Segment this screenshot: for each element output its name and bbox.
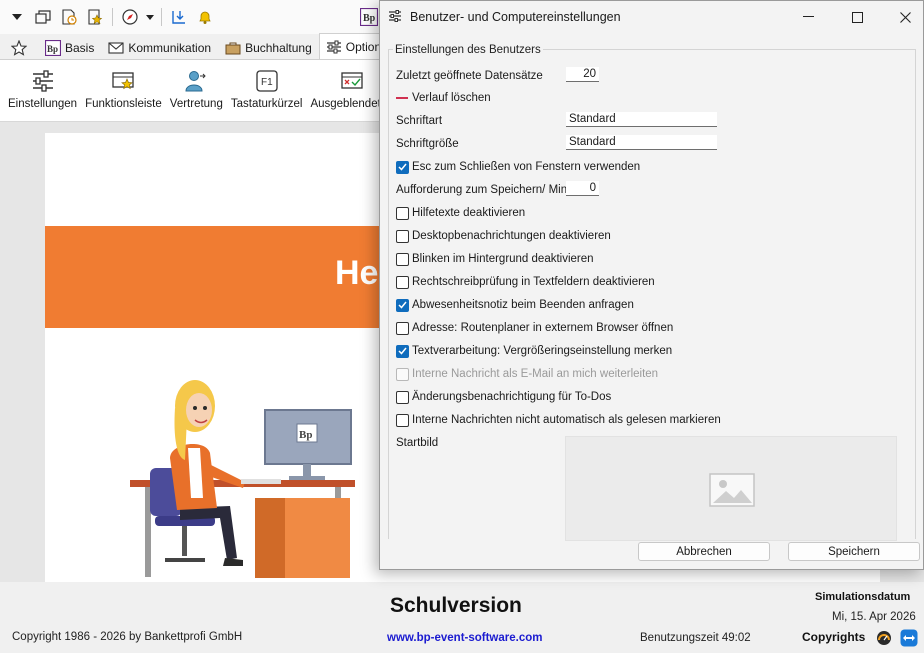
font-size-input[interactable] (566, 135, 717, 150)
website-link[interactable]: www.bp-event-software.com (387, 632, 543, 644)
option-spellcheck[interactable]: Rechtschreibprüfung in Textfeldern deakt… (396, 273, 655, 291)
svg-text:F1: F1 (261, 77, 273, 88)
user-settings-group: Einstellungen des Benutzers Zuletzt geöf… (388, 41, 916, 541)
bp-logo-icon[interactable]: Bp (359, 7, 379, 29)
dropdown-arrow-icon[interactable] (145, 6, 155, 28)
settings-button[interactable]: Einstellungen (4, 68, 81, 110)
minimize-button[interactable] (785, 1, 831, 33)
checkbox[interactable] (396, 344, 409, 358)
tab-buchhaltung[interactable]: Buchhaltung (218, 35, 319, 59)
minimize-icon (802, 16, 814, 17)
status-footer: Schulversion Copyright 1986 - 2026 by Ba… (0, 582, 924, 653)
option-todo-notification[interactable]: Änderungsbenachrichtigung für To-Dos (396, 388, 611, 406)
dropdown-arrow-icon[interactable] (6, 6, 28, 28)
checkbox[interactable] (396, 413, 409, 427)
toolbar-separator (112, 8, 113, 26)
checkbox (396, 367, 409, 381)
start-image-dropzone[interactable] (565, 436, 897, 541)
remote-support-icon[interactable] (900, 629, 918, 650)
checkbox[interactable] (396, 275, 409, 289)
favorites-icon[interactable] (84, 6, 106, 28)
checkmark-icon (398, 301, 407, 309)
toolbar-star-icon (109, 68, 137, 94)
option-background-blink[interactable]: Blinken im Hintergrund deaktivieren (396, 250, 594, 268)
checkbox[interactable] (396, 229, 409, 243)
users-icon (182, 68, 210, 94)
simulation-date: Mi, 15. Apr 2026 (832, 611, 916, 623)
clear-history-link[interactable]: Verlauf löschen (392, 89, 491, 107)
briefcase-icon (225, 40, 241, 56)
font-label: Schriftart (396, 115, 443, 127)
sliders-icon (326, 39, 342, 55)
office-worker-illustration: Bp (130, 380, 355, 578)
envelope-icon (108, 40, 124, 56)
bell-icon[interactable] (194, 6, 216, 28)
copyright-text: Copyright 1986 - 2026 by Bankettprofi Gm… (12, 631, 243, 643)
substitution-button[interactable]: Vertretung (166, 68, 227, 110)
download-icon[interactable] (168, 6, 190, 28)
close-icon (899, 11, 911, 23)
checkbox[interactable] (396, 321, 409, 335)
function-bar-button[interactable]: Funktionsleiste (81, 68, 166, 110)
minus-icon (396, 97, 408, 99)
usage-time: Benutzungszeit 49:02 (640, 632, 751, 644)
sliders-icon (29, 68, 57, 94)
settings-dialog: Benutzer- und Computereinstellungen Eins… (379, 0, 924, 570)
checkbox[interactable] (396, 160, 409, 174)
option-desktop-notifications[interactable]: Desktopbenachrichtungen deaktivieren (396, 227, 611, 245)
school-version-label: Schulversion (390, 594, 522, 617)
save-button[interactable]: Speichern (788, 542, 920, 561)
svg-text:Bp: Bp (47, 44, 58, 54)
option-route-planner[interactable]: Adresse: Routenplaner in externem Browse… (396, 319, 673, 337)
checkbox[interactable] (396, 298, 409, 312)
toolbar-separator (161, 8, 162, 26)
checkbox[interactable] (396, 252, 409, 266)
start-image-label: Startbild (396, 437, 439, 449)
function-key-icon: F1 (253, 68, 281, 94)
recent-records-label: Zuletzt geöffnete Datensätze (396, 70, 543, 82)
sliders-icon (388, 10, 402, 25)
image-placeholder-icon (709, 473, 755, 507)
tab-favorites[interactable] (4, 35, 38, 59)
tab-basis[interactable]: Bp Basis (38, 35, 101, 59)
save-prompt-label: Aufforderung zum Speichern/ Min. (396, 184, 571, 196)
save-prompt-input[interactable] (566, 181, 599, 196)
svg-text:Bp: Bp (363, 13, 376, 24)
maximize-icon (851, 11, 863, 23)
option-forward-email: Interne Nachricht als E-Mail an mich wei… (396, 365, 658, 383)
star-icon (11, 39, 27, 56)
compass-icon[interactable] (119, 6, 141, 28)
option-esc-close[interactable]: Esc zum Schließen von Fenstern verwenden (396, 158, 640, 176)
option-help-texts[interactable]: Hilfetexte deaktivieren (396, 204, 525, 222)
option-mark-read[interactable]: Interne Nachrichten nicht automatisch al… (396, 411, 721, 429)
keyboard-shortcuts-button[interactable]: F1 Tastaturkürzel (227, 68, 307, 110)
tab-kommunikation[interactable]: Kommunikation (101, 35, 218, 59)
dialog-title-bar[interactable]: Benutzer- und Computereinstellungen (380, 1, 923, 33)
checkbox[interactable] (396, 206, 409, 220)
gauge-icon[interactable] (876, 630, 892, 649)
cancel-button[interactable]: Abbrechen (638, 542, 770, 561)
hidden-window-icon (338, 68, 366, 94)
font-input[interactable] (566, 112, 717, 127)
close-button[interactable] (882, 1, 924, 33)
font-size-label: Schriftgröße (396, 138, 459, 150)
simulation-date-label: Simulationsdatum (815, 591, 911, 603)
checkbox[interactable] (396, 390, 409, 404)
option-zoom-setting[interactable]: Textverarbeitung: Vergrößeringseinstellu… (396, 342, 672, 360)
windows-icon[interactable] (32, 6, 54, 28)
dialog-title: Benutzer- und Computereinstellungen (410, 10, 621, 24)
svg-text:Bp: Bp (299, 429, 312, 441)
recent-records-input[interactable] (566, 67, 599, 82)
document-clock-icon[interactable] (58, 6, 80, 28)
checkmark-icon (398, 163, 407, 171)
group-title: Einstellungen des Benutzers (393, 44, 543, 56)
checkmark-icon (398, 347, 407, 355)
bp-logo-icon: Bp (45, 39, 61, 56)
maximize-button[interactable] (834, 1, 880, 33)
option-absence-note[interactable]: Abwesenheitsnotiz beim Beenden anfragen (396, 296, 634, 314)
copyrights-link[interactable]: Copyrights (802, 630, 865, 644)
